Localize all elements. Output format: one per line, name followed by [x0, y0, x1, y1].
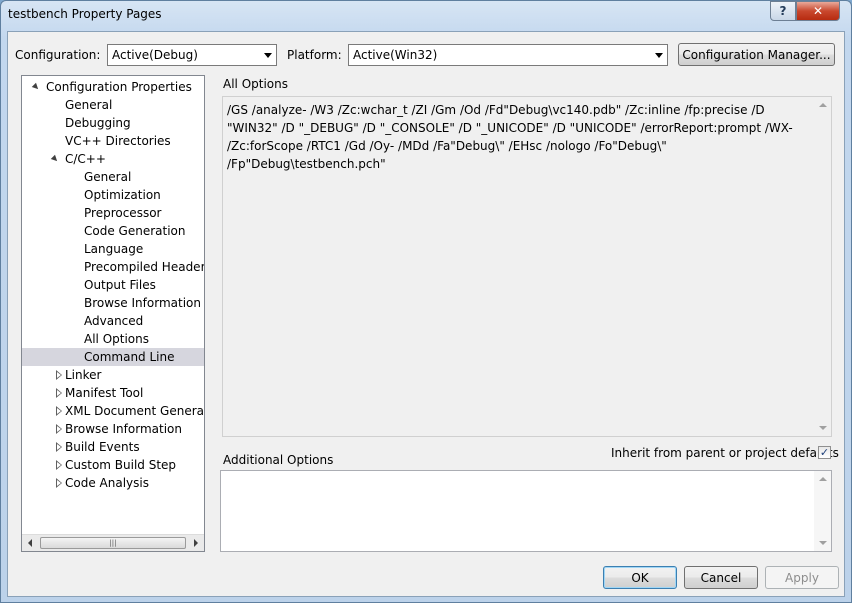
chevron-down-icon: [264, 53, 272, 58]
all-options-label: All Options: [223, 77, 288, 91]
scroll-up-icon[interactable]: [819, 103, 827, 107]
tree-item-label: Debugging: [65, 116, 131, 130]
scroll-right-icon[interactable]: [194, 539, 198, 547]
tree-item[interactable]: General: [22, 168, 204, 186]
tree-item-label: VC++ Directories: [65, 134, 171, 148]
tree-item-label: Language: [84, 242, 144, 256]
tree-item-label: Configuration Properties: [46, 80, 192, 94]
collapsed-arrow-icon[interactable]: [56, 460, 62, 470]
tree-item[interactable]: Advanced: [22, 312, 204, 330]
additional-options-label: Additional Options: [223, 453, 334, 467]
tree-item-label: Output Files: [84, 278, 156, 292]
tree-item-label: Linker: [65, 368, 102, 382]
tree-item[interactable]: Output Files: [22, 276, 204, 294]
tree-item[interactable]: General: [22, 96, 204, 114]
title-bar[interactable]: testbench Property Pages ? ✕: [1, 1, 851, 31]
cancel-button[interactable]: Cancel: [684, 566, 758, 589]
tree-item[interactable]: C/C++: [22, 150, 204, 168]
scroll-down-icon[interactable]: [819, 426, 827, 430]
tree-item[interactable]: Language: [22, 240, 204, 258]
tree-item[interactable]: Code Generation: [22, 222, 204, 240]
close-button[interactable]: ✕: [796, 1, 840, 21]
scroll-down-icon[interactable]: [819, 541, 827, 545]
close-icon: ✕: [812, 4, 824, 18]
configuration-label: Configuration:: [15, 48, 101, 62]
tree-item[interactable]: Preprocessor: [22, 204, 204, 222]
property-pages-window: testbench Property Pages ? ✕ Configurati…: [0, 0, 852, 603]
scroll-left-icon[interactable]: [28, 539, 32, 547]
collapsed-arrow-icon[interactable]: [56, 370, 62, 380]
platform-dropdown[interactable]: Active(Win32): [348, 44, 668, 66]
tree-horizontal-scrollbar[interactable]: |||: [22, 534, 204, 551]
configuration-dropdown[interactable]: Active(Debug): [107, 44, 277, 66]
additional-options-input[interactable]: [220, 470, 832, 552]
tree-item-label: Code Analysis: [65, 476, 149, 490]
tree-item[interactable]: Optimization: [22, 186, 204, 204]
dialog-client-area: Configuration: Active(Debug) Platform: A…: [7, 31, 845, 597]
tree-item-label: Advanced: [84, 314, 144, 328]
tree-item-label: Custom Build Step: [65, 458, 177, 472]
tree-item[interactable]: All Options: [22, 330, 204, 348]
chevron-down-icon: [655, 53, 663, 58]
tree-item-label: XML Document Generator: [65, 404, 205, 418]
tree-item-label: Command Line: [84, 350, 175, 364]
help-icon: ?: [779, 4, 787, 18]
inherit-checkbox[interactable]: ✓: [818, 446, 831, 459]
checkmark-icon: ✓: [819, 446, 830, 459]
tree-item-label: Precompiled Headers: [84, 260, 205, 274]
collapsed-arrow-icon[interactable]: [56, 388, 62, 398]
tree-item[interactable]: Code Analysis: [22, 474, 204, 492]
tree-item[interactable]: Custom Build Step: [22, 456, 204, 474]
tree-item-label: Manifest Tool: [65, 386, 144, 400]
tree-item-label: Code Generation: [84, 224, 186, 238]
platform-value: Active(Win32): [353, 48, 438, 62]
tree-item-label: Browse Information: [65, 422, 182, 436]
tree-item[interactable]: Debugging: [22, 114, 204, 132]
tree-item[interactable]: Configuration Properties: [22, 78, 204, 96]
all-options-textbox[interactable]: /GS /analyze- /W3 /Zc:wchar_t /ZI /Gm /O…: [222, 96, 832, 437]
scrollbar-thumb[interactable]: |||: [40, 537, 186, 549]
tree-item-label: General: [65, 98, 113, 112]
expanded-arrow-icon[interactable]: [31, 82, 41, 92]
configuration-manager-button[interactable]: Configuration Manager...: [678, 43, 835, 66]
tree-item[interactable]: Linker: [22, 366, 204, 384]
window-title: testbench Property Pages: [8, 7, 162, 21]
collapsed-arrow-icon[interactable]: [56, 442, 62, 452]
tree-item[interactable]: Browse Information: [22, 294, 204, 312]
apply-button[interactable]: Apply: [765, 566, 839, 589]
scroll-up-icon[interactable]: [819, 477, 827, 481]
inherit-label: Inherit from parent or project defaults: [611, 446, 839, 460]
tree-item[interactable]: Build Events: [22, 438, 204, 456]
tree-item[interactable]: Browse Information: [22, 420, 204, 438]
expanded-arrow-icon[interactable]: [50, 154, 60, 164]
property-tree[interactable]: Configuration Properties General Debugging…: [21, 75, 205, 552]
tree-item[interactable]: Precompiled Headers: [22, 258, 204, 276]
collapsed-arrow-icon[interactable]: [56, 406, 62, 416]
all-options-text: /GS /analyze- /W3 /Zc:wchar_t /ZI /Gm /O…: [227, 103, 793, 171]
tree-item-label: Optimization: [84, 188, 161, 202]
tree-item[interactable]: Command Line: [22, 348, 204, 366]
all-options-scrollbar[interactable]: [814, 97, 831, 436]
tree-item-label: Browse Information: [84, 296, 201, 310]
tree-item[interactable]: Manifest Tool: [22, 384, 204, 402]
tree-item-label: Preprocessor: [84, 206, 162, 220]
help-button[interactable]: ?: [770, 1, 796, 21]
tree-item-label: C/C++: [65, 152, 106, 166]
additional-options-scrollbar[interactable]: [814, 471, 831, 551]
collapsed-arrow-icon[interactable]: [56, 424, 62, 434]
tree-item[interactable]: XML Document Generator: [22, 402, 204, 420]
platform-label: Platform:: [287, 48, 342, 62]
ok-button[interactable]: OK: [603, 566, 677, 589]
tree-item-label: All Options: [84, 332, 149, 346]
tree-item-label: Build Events: [65, 440, 140, 454]
configuration-value: Active(Debug): [112, 48, 198, 62]
collapsed-arrow-icon[interactable]: [56, 478, 62, 488]
tree-item[interactable]: VC++ Directories: [22, 132, 204, 150]
tree-item-label: General: [84, 170, 132, 184]
